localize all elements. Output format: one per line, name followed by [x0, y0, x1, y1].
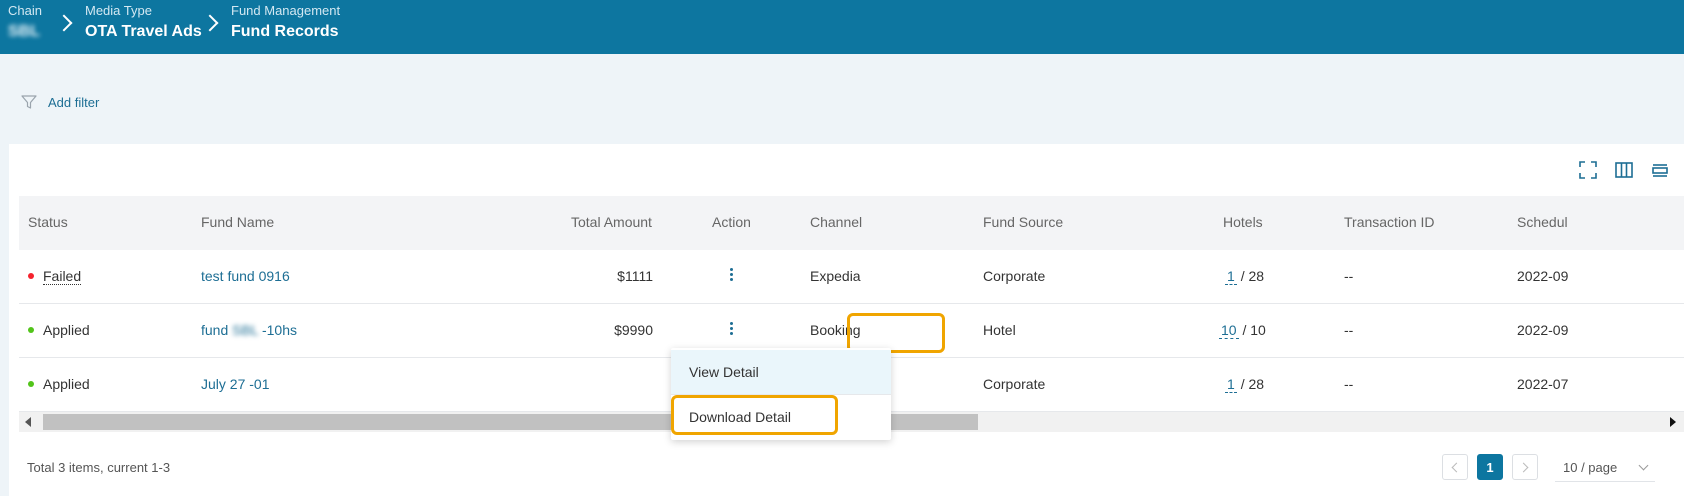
hotels-selected-link[interactable]: 1 [1225, 376, 1237, 393]
chevron-right-icon [1518, 462, 1529, 472]
hotels-total: / 28 [1240, 268, 1265, 284]
previous-page-button[interactable] [1442, 454, 1468, 480]
fund-source-cell: Hotel [983, 322, 1016, 338]
columns-icon[interactable] [1614, 160, 1634, 180]
schedule-cell: 2022-09 [1517, 322, 1569, 338]
schedule-cell: 2022-07 [1517, 376, 1569, 392]
column-header-fund-source[interactable]: Fund Source [983, 214, 1063, 230]
total-amount-cell: $9990 [614, 322, 653, 338]
add-filter-label: Add filter [48, 94, 100, 110]
column-header-total-amount[interactable]: Total Amount [571, 214, 652, 230]
next-page-button[interactable] [1512, 454, 1538, 480]
hotels-selected-link[interactable]: 10 [1219, 322, 1239, 339]
chevron-right-icon [204, 14, 216, 32]
status-text: Applied [43, 322, 90, 338]
status-text: Applied [43, 376, 90, 392]
hotels-cell: 1 / 28 [1225, 376, 1265, 393]
column-header-channel[interactable]: Channel [810, 214, 862, 230]
hotels-total: / 28 [1240, 376, 1265, 392]
fund-source-cell: Corporate [983, 268, 1046, 284]
chevron-right-icon [58, 14, 70, 32]
status-cell: Applied [28, 376, 90, 392]
fund-source-cell: Corporate [983, 376, 1046, 392]
breadcrumb-media-type[interactable]: Media Type OTA Travel Ads [85, 3, 202, 43]
status-dot-icon [28, 273, 34, 280]
status-dot-icon [28, 381, 34, 388]
transaction-id-cell: -- [1344, 268, 1354, 284]
breadcrumb-value: SBL [8, 23, 40, 40]
highlight-download-detail [671, 395, 838, 435]
status-dot-icon [28, 327, 34, 334]
breadcrumb-chain[interactable]: Chain SBL [8, 3, 42, 43]
page-size-value: 10 / page [1563, 460, 1618, 475]
hotels-cell: 10 / 10 [1219, 322, 1266, 339]
status-cell: Failed [28, 268, 82, 285]
table-row: Failed test fund 0916 $1111 Expedia Corp… [19, 250, 1684, 304]
pagination-total: Total 3 items, current 1-3 [27, 460, 171, 475]
highlight-booking-channel [847, 313, 945, 353]
breadcrumb-value: OTA Travel Ads [85, 23, 202, 40]
fund-name-prefix: fund [201, 322, 229, 338]
status-cell: Applied [28, 322, 90, 338]
fund-name-suffix: -10hs [261, 322, 298, 338]
column-header-fund-name[interactable]: Fund Name [201, 214, 274, 230]
scroll-right-icon[interactable] [1670, 417, 1676, 427]
chevron-left-icon [1451, 462, 1462, 472]
total-amount-cell: $1111 [617, 268, 653, 284]
more-actions-icon[interactable] [721, 266, 741, 286]
column-header-hotels[interactable]: Hotels [1223, 214, 1263, 230]
hotels-cell: 1 / 28 [1225, 268, 1265, 285]
breadcrumb-label: Fund Management [231, 3, 341, 18]
column-header-transaction-id[interactable]: Transaction ID [1344, 214, 1435, 230]
hotels-total: / 10 [1242, 322, 1266, 338]
transaction-id-cell: -- [1344, 322, 1354, 338]
row-density-icon[interactable] [1650, 160, 1670, 180]
fund-name-redacted: SBL [232, 322, 259, 338]
table-toolbar [1578, 160, 1670, 180]
scroll-left-icon[interactable] [25, 417, 31, 427]
page-button-1[interactable]: 1 [1477, 454, 1503, 480]
fullscreen-icon[interactable] [1578, 160, 1598, 180]
status-text[interactable]: Failed [43, 268, 82, 285]
add-filter-button[interactable]: Add filter [20, 93, 99, 111]
table-header: Status Fund Name Total Amount Action Cha… [19, 196, 1684, 250]
column-header-schedule[interactable]: Schedul [1517, 214, 1568, 230]
more-actions-icon[interactable] [721, 320, 741, 340]
filter-icon [21, 95, 37, 109]
chevron-down-icon [1638, 460, 1649, 471]
breadcrumb-value: Fund Records [231, 23, 339, 40]
column-header-status[interactable]: Status [28, 214, 68, 230]
fund-name-link[interactable]: July 27 -01 [201, 376, 269, 392]
page-size-select[interactable]: 10 / page [1555, 454, 1655, 482]
view-detail-menu-item[interactable]: View Detail [671, 350, 891, 394]
fund-name-link[interactable]: fund SBL -10hs [201, 322, 297, 338]
column-header-action: Action [712, 214, 751, 230]
hotels-selected-link[interactable]: 1 [1225, 268, 1237, 285]
pagination: 1 [1442, 454, 1538, 480]
breadcrumb-label: Chain [8, 3, 42, 18]
transaction-id-cell: -- [1344, 376, 1354, 392]
breadcrumb-label: Media Type [85, 3, 152, 18]
schedule-cell: 2022-09 [1517, 268, 1569, 284]
breadcrumb-fund-management[interactable]: Fund Management Fund Records [231, 3, 340, 43]
fund-name-link[interactable]: test fund 0916 [201, 268, 290, 284]
channel-cell: Expedia [810, 268, 861, 284]
top-breadcrumb-bar: Chain SBL Media Type OTA Travel Ads Fund… [0, 0, 1684, 54]
